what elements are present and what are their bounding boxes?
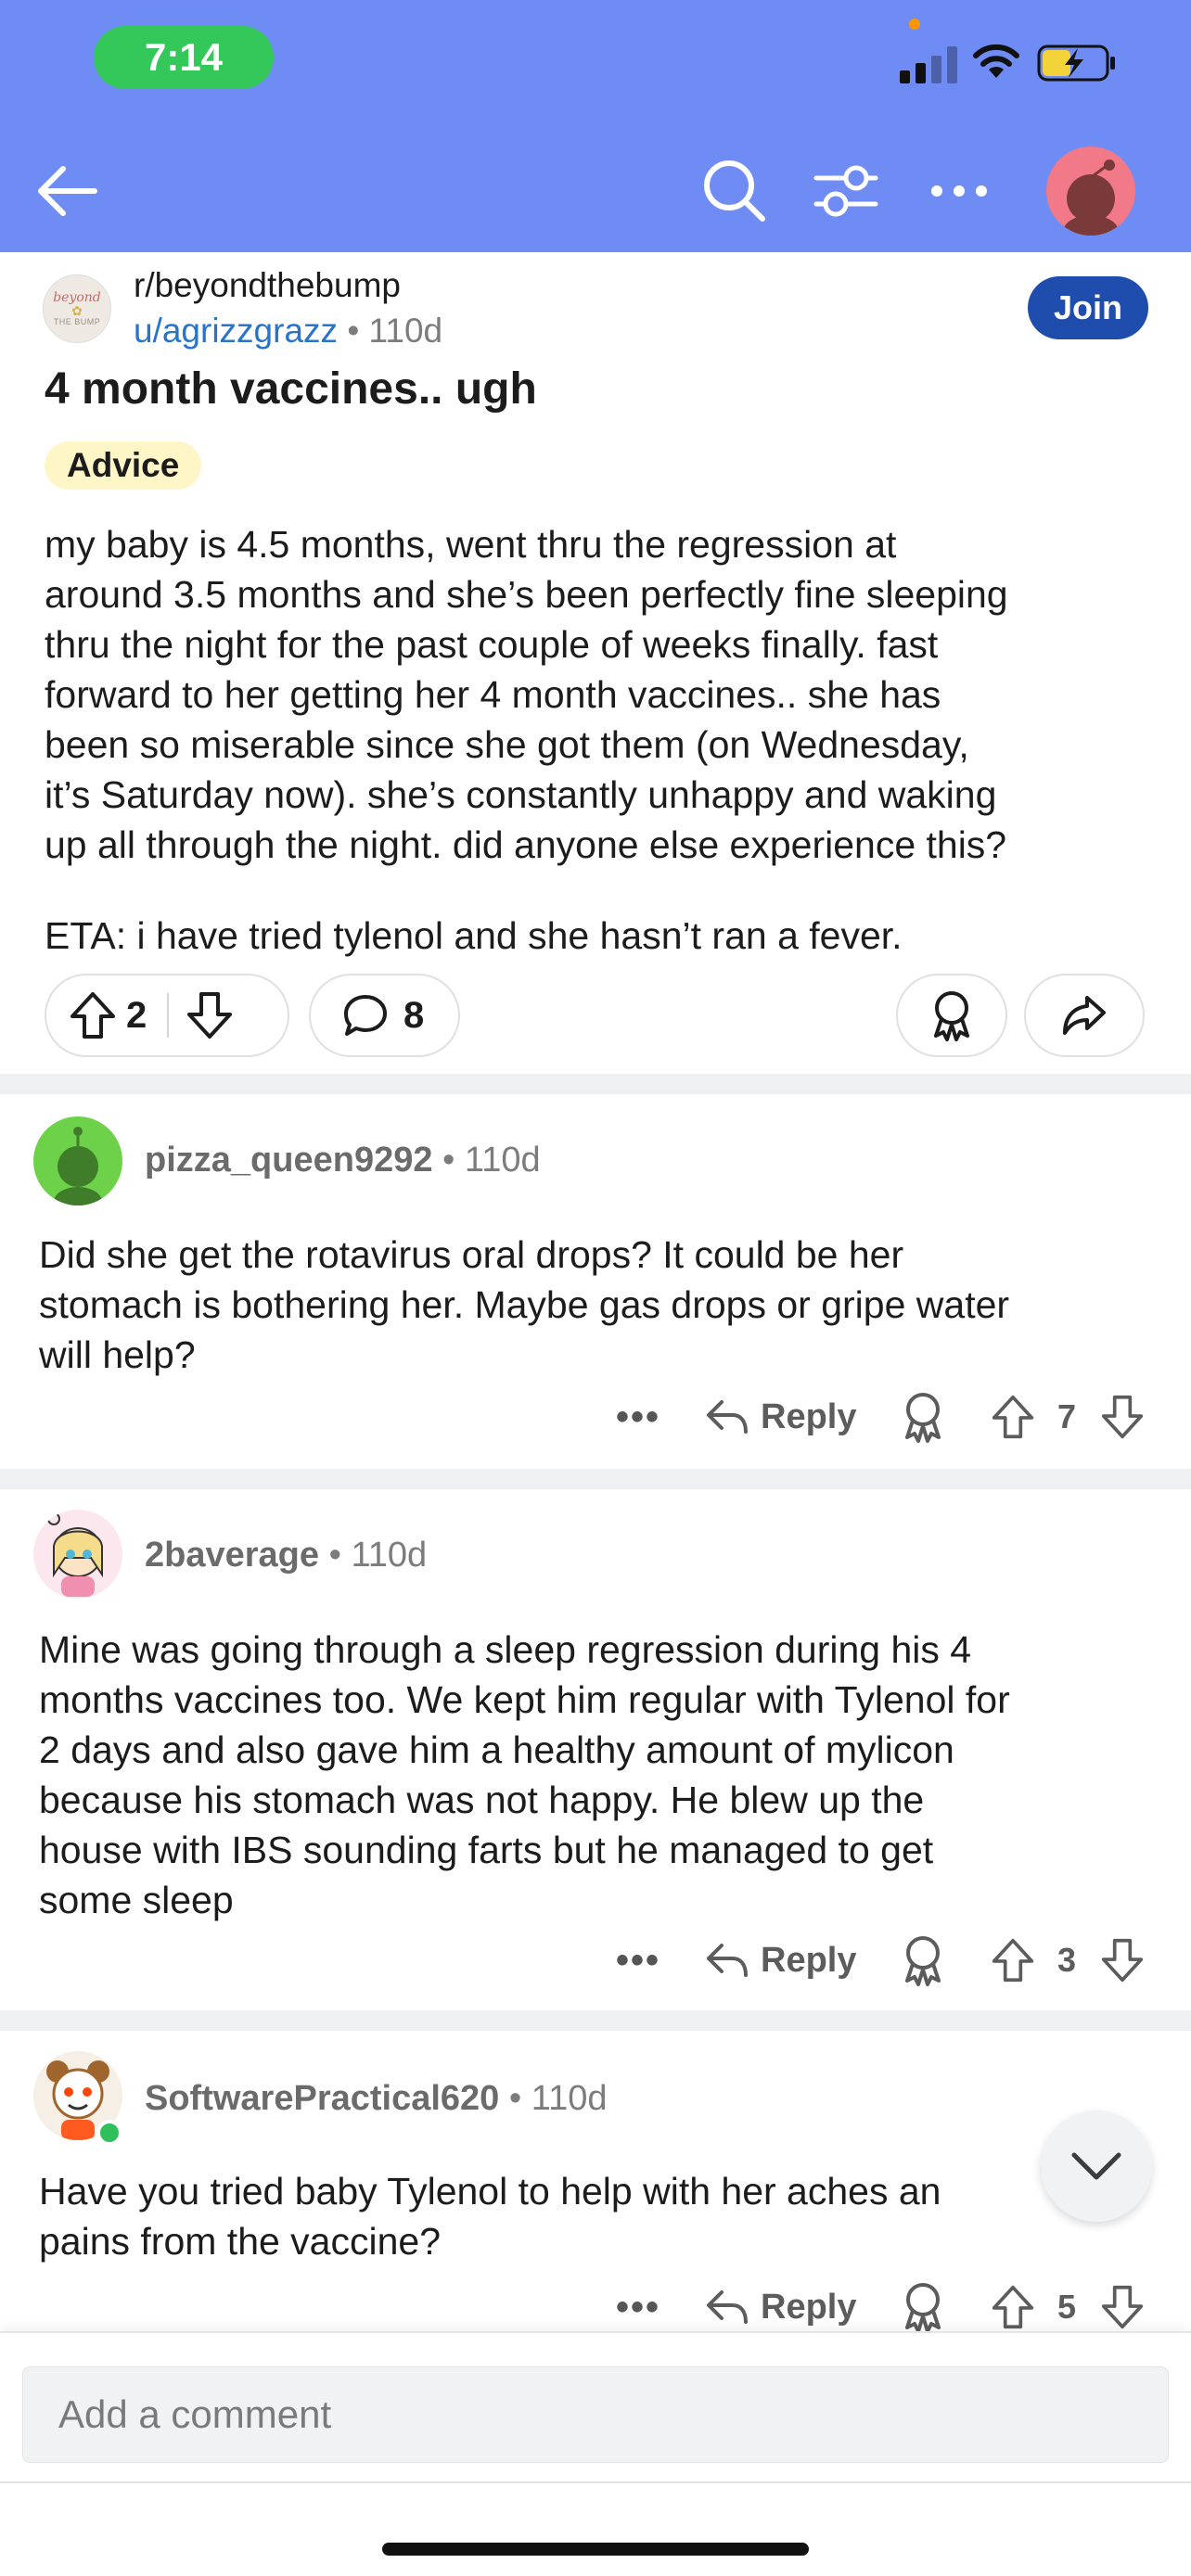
vote-divider xyxy=(167,993,169,1038)
comment-username[interactable]: 2baverage xyxy=(145,1536,319,1575)
comment-actions: ••• Reply 3 xyxy=(0,1932,1191,1988)
online-status-dot xyxy=(96,2120,122,2146)
post-title: 4 month vaccines.. ugh xyxy=(45,364,537,414)
top-header: 7:14 xyxy=(0,0,1191,252)
cellular-signal-icon xyxy=(900,43,957,83)
post-score: 2 xyxy=(126,994,147,1036)
reply-button[interactable]: Reply xyxy=(705,1932,856,1988)
share-icon xyxy=(1063,996,1106,1035)
comment-more-button[interactable]: ••• xyxy=(616,1932,660,1988)
comment-composer-bar: Add a comment xyxy=(0,2331,1191,2576)
upvote-icon[interactable] xyxy=(991,1389,1035,1445)
join-button[interactable]: Join xyxy=(1028,276,1148,339)
comments-button[interactable]: 8 xyxy=(309,974,460,1057)
subreddit-name[interactable]: r/beyondthebump xyxy=(134,266,401,305)
add-comment-input[interactable]: Add a comment xyxy=(22,2366,1169,2463)
comment-actions: ••• Reply 5 xyxy=(0,2279,1191,2335)
battery-charging-icon xyxy=(1037,45,1115,82)
privacy-indicator-dot xyxy=(909,19,920,30)
profile-avatar[interactable] xyxy=(1046,147,1135,236)
post-author[interactable]: u/agrizzgrazz xyxy=(134,312,338,350)
comment-username[interactable]: pizza_queen9292 xyxy=(145,1141,432,1180)
vote-pill: 2 xyxy=(45,974,289,1057)
award-icon[interactable] xyxy=(900,2279,946,2335)
reply-arrow-icon xyxy=(707,1400,748,1434)
post-eta: ETA: i have tried tylenol and she hasn’t… xyxy=(45,914,903,957)
comment-more-button[interactable]: ••• xyxy=(616,2279,660,2335)
comment-user-line: pizza_queen9292 • 110d xyxy=(145,1141,541,1180)
more-icon[interactable] xyxy=(929,182,989,200)
comment-actions: ••• Reply 7 xyxy=(0,1389,1191,1445)
downvote-icon[interactable] xyxy=(1100,1932,1145,1988)
reply-button[interactable]: Reply xyxy=(705,2279,856,2335)
upvote-icon[interactable] xyxy=(69,990,117,1040)
comment-avatar[interactable] xyxy=(33,1116,122,1205)
upvote-icon[interactable] xyxy=(991,1932,1035,1988)
scroll-down-button[interactable] xyxy=(1041,2111,1152,2222)
comment-body: Did she get the rotavirus oral drops? It… xyxy=(39,1233,1010,1376)
downvote-icon[interactable] xyxy=(1100,1389,1145,1445)
post-flair[interactable]: Advice xyxy=(45,441,202,490)
comment-avatar[interactable] xyxy=(33,1510,122,1599)
comment-age: 110d xyxy=(531,2079,608,2118)
comment-body: Have you tried baby Tylenol to help with… xyxy=(39,2170,941,2263)
award-icon[interactable] xyxy=(900,1932,946,1988)
upvote-icon[interactable] xyxy=(991,2279,1035,2335)
comment-more-button[interactable]: ••• xyxy=(616,1389,660,1445)
reply-arrow-icon xyxy=(707,1944,748,1977)
comment-user-line: 2baverage • 110d xyxy=(145,1536,428,1575)
comment-bubble-icon xyxy=(344,995,387,1036)
downvote-icon[interactable] xyxy=(1100,2279,1145,2335)
flower-icon: ✿ xyxy=(71,303,83,318)
chevron-down-icon xyxy=(1071,2152,1121,2180)
share-button[interactable] xyxy=(1024,974,1145,1057)
comment-score: 3 xyxy=(1057,1941,1077,1979)
section-divider xyxy=(0,1469,1191,1489)
reply-arrow-icon xyxy=(707,2290,748,2324)
award-button[interactable] xyxy=(896,974,1007,1057)
comment-body: Mine was going through a sleep regressio… xyxy=(39,1628,1010,1921)
comment-score: 5 xyxy=(1057,2288,1077,2326)
downvote-icon[interactable] xyxy=(186,990,234,1040)
comment-username[interactable]: SoftwarePractical620 xyxy=(145,2079,499,2118)
section-divider xyxy=(0,1074,1191,1094)
subreddit-avatar[interactable]: beyond ✿ THE BUMP xyxy=(43,274,111,343)
comment-score: 7 xyxy=(1057,1397,1077,1435)
comment-count: 8 xyxy=(403,994,425,1036)
section-divider xyxy=(0,2010,1191,2031)
post-meta: u/agrizzgrazz • 110d xyxy=(134,312,443,350)
comment-user-line: SoftwarePractical620 • 110d xyxy=(145,2079,608,2118)
composer-divider xyxy=(0,2481,1191,2483)
home-indicator[interactable] xyxy=(382,2543,809,2556)
comment-age: 110d xyxy=(351,1536,428,1575)
comment-age: 110d xyxy=(464,1141,541,1180)
post-body: my baby is 4.5 months, went thru the reg… xyxy=(45,523,1008,866)
back-arrow-icon[interactable] xyxy=(35,163,98,219)
post-age: 110d xyxy=(368,312,443,350)
wifi-icon xyxy=(973,44,1019,78)
status-time: 7:14 xyxy=(94,26,274,89)
award-icon xyxy=(934,991,969,1041)
award-icon[interactable] xyxy=(900,1389,946,1445)
reply-button[interactable]: Reply xyxy=(705,1389,856,1445)
filter-icon[interactable] xyxy=(813,163,879,219)
search-icon[interactable] xyxy=(701,158,766,223)
